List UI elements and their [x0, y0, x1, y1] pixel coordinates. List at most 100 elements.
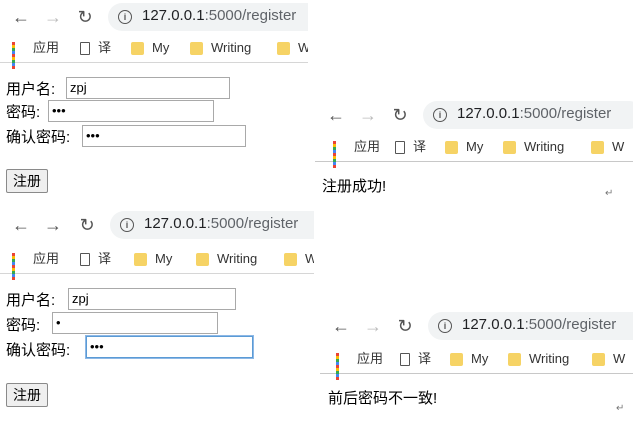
forward-icon[interactable]: → — [359, 106, 377, 124]
folder-icon — [196, 253, 209, 267]
bookmark-apps[interactable]: 应用 — [336, 350, 383, 381]
url-field[interactable]: i 127.0.0.1:5000/register — [423, 101, 633, 129]
bookmark-w[interactable]: W — [592, 350, 625, 368]
browser-panel-success: ← → ↻ i 127.0.0.1:5000/register 应用 译 My … — [315, 98, 633, 208]
folder-icon — [284, 253, 297, 267]
bookmark-translate[interactable]: 译 — [80, 250, 111, 268]
browser-panel-form-b: ← → ↻ i 127.0.0.1:5000/register 应用 译 My … — [0, 208, 314, 421]
pilcrow-mark: ↵ — [605, 188, 614, 199]
bookmark-label: My — [471, 351, 489, 366]
confirm-label: 确认密码: — [6, 129, 71, 146]
back-icon[interactable]: ← — [332, 317, 350, 335]
info-icon[interactable]: i — [118, 10, 132, 24]
info-icon[interactable]: i — [433, 108, 447, 122]
reload-icon[interactable]: ↻ — [78, 216, 96, 234]
bookmark-label: Writing — [529, 351, 570, 366]
url-text: 127.0.0.1:5000/register — [457, 105, 611, 122]
username-label: 用户名: — [6, 292, 56, 309]
bookmark-label: Writing — [211, 40, 252, 55]
bookmark-w[interactable]: W — [277, 39, 308, 57]
apps-grid-icon — [12, 42, 25, 70]
password-input[interactable]: • — [52, 312, 218, 334]
bookmark-label: Writing — [524, 139, 565, 154]
bookmark-my[interactable]: My — [131, 39, 169, 57]
folder-icon — [450, 353, 463, 367]
folder-icon — [445, 141, 458, 155]
url-path: :5000/register — [524, 316, 617, 333]
bookmark-my[interactable]: My — [450, 350, 488, 368]
forward-icon[interactable]: → — [44, 8, 62, 26]
bookmarks-bar: 应用 译 My Writing W — [0, 34, 308, 70]
bookmark-my[interactable]: My — [134, 250, 172, 268]
confirm-row: 确认密码: — [6, 339, 70, 360]
bookmark-my[interactable]: My — [445, 138, 483, 156]
browser-panel-mismatch: ← → ↻ i 127.0.0.1:5000/register 应用 译 My … — [320, 309, 633, 421]
bookmark-apps[interactable]: 应用 — [12, 39, 59, 70]
back-icon[interactable]: ← — [12, 216, 30, 234]
password-input[interactable]: ••• — [48, 100, 214, 122]
bookmark-translate[interactable]: 译 — [395, 138, 426, 156]
address-bar: ← → ↻ i 127.0.0.1:5000/register — [315, 98, 633, 132]
back-icon[interactable]: ← — [12, 8, 30, 26]
bookmark-label: 译 — [418, 351, 432, 366]
url-field[interactable]: i 127.0.0.1:5000/register — [110, 211, 314, 239]
url-text: 127.0.0.1:5000/register — [144, 215, 298, 232]
bookmark-apps[interactable]: 应用 — [12, 250, 60, 281]
reload-icon[interactable]: ↻ — [396, 317, 414, 335]
bookmark-label: 译 — [98, 40, 112, 55]
folder-icon — [190, 42, 203, 56]
bookmark-translate[interactable]: 译 — [400, 350, 431, 368]
username-input[interactable]: zpj — [66, 77, 230, 99]
bookmark-label: 译 — [413, 139, 427, 154]
url-field[interactable]: i 127.0.0.1:5000/register — [428, 312, 633, 340]
apps-grid-icon — [12, 253, 25, 281]
forward-icon[interactable]: → — [364, 317, 382, 335]
info-icon[interactable]: i — [438, 319, 452, 333]
url-path: :5000/register — [206, 215, 299, 232]
bookmark-label: My — [152, 40, 170, 55]
reload-icon[interactable]: ↻ — [391, 106, 409, 124]
bookmark-label: Writing — [217, 251, 258, 266]
reload-icon[interactable]: ↻ — [76, 8, 94, 26]
bookmark-writing[interactable]: Writing — [508, 350, 569, 368]
bookmark-apps[interactable]: 应用 — [333, 138, 381, 169]
confirm-password-input[interactable]: ••• — [82, 125, 246, 147]
bookmarks-bar: 应用 译 My Writing W — [315, 133, 633, 169]
bookmark-label: My — [155, 251, 173, 266]
bookmarks-bar: 应用 译 My Writing W — [0, 245, 314, 281]
bookmark-writing[interactable]: Writing — [190, 39, 251, 57]
url-field[interactable]: i 127.0.0.1:5000/register — [108, 3, 308, 31]
success-message: 注册成功! — [322, 178, 387, 195]
mismatch-message: 前后密码不一致! — [328, 390, 438, 407]
address-bar: ← → ↻ i 127.0.0.1:5000/register — [320, 309, 633, 343]
bookmark-label: W — [613, 351, 626, 366]
document-icon — [80, 42, 90, 56]
password-row: 密码: — [6, 314, 40, 335]
confirm-label: 确认密码: — [6, 342, 71, 359]
folder-icon — [591, 141, 604, 155]
info-icon[interactable]: i — [120, 218, 134, 232]
bookmark-translate[interactable]: 译 — [80, 39, 111, 57]
document-icon — [80, 253, 90, 267]
username-label: 用户名: — [6, 81, 56, 98]
register-button[interactable]: 注册 — [6, 169, 48, 193]
bookmark-writing[interactable]: Writing — [196, 250, 257, 268]
forward-icon[interactable]: → — [44, 216, 62, 234]
folder-icon — [592, 353, 605, 367]
bookmark-writing[interactable]: Writing — [503, 138, 564, 156]
bookmark-w[interactable]: W — [284, 250, 314, 268]
bookmark-label: 应用 — [354, 139, 381, 154]
register-button[interactable]: 注册 — [6, 383, 48, 407]
folder-icon — [134, 253, 147, 267]
bookmark-label: 应用 — [33, 251, 60, 266]
confirm-password-input[interactable]: ••• — [86, 336, 253, 358]
username-input[interactable]: zpj — [68, 288, 236, 310]
bookmark-label: W — [298, 40, 308, 55]
document-icon — [400, 353, 410, 367]
url-path: :5000/register — [204, 7, 297, 24]
back-icon[interactable]: ← — [327, 106, 345, 124]
folder-icon — [131, 42, 144, 56]
bookmark-label: W — [612, 139, 625, 154]
pilcrow-mark: ↵ — [616, 403, 625, 414]
bookmark-w[interactable]: W — [591, 138, 624, 156]
